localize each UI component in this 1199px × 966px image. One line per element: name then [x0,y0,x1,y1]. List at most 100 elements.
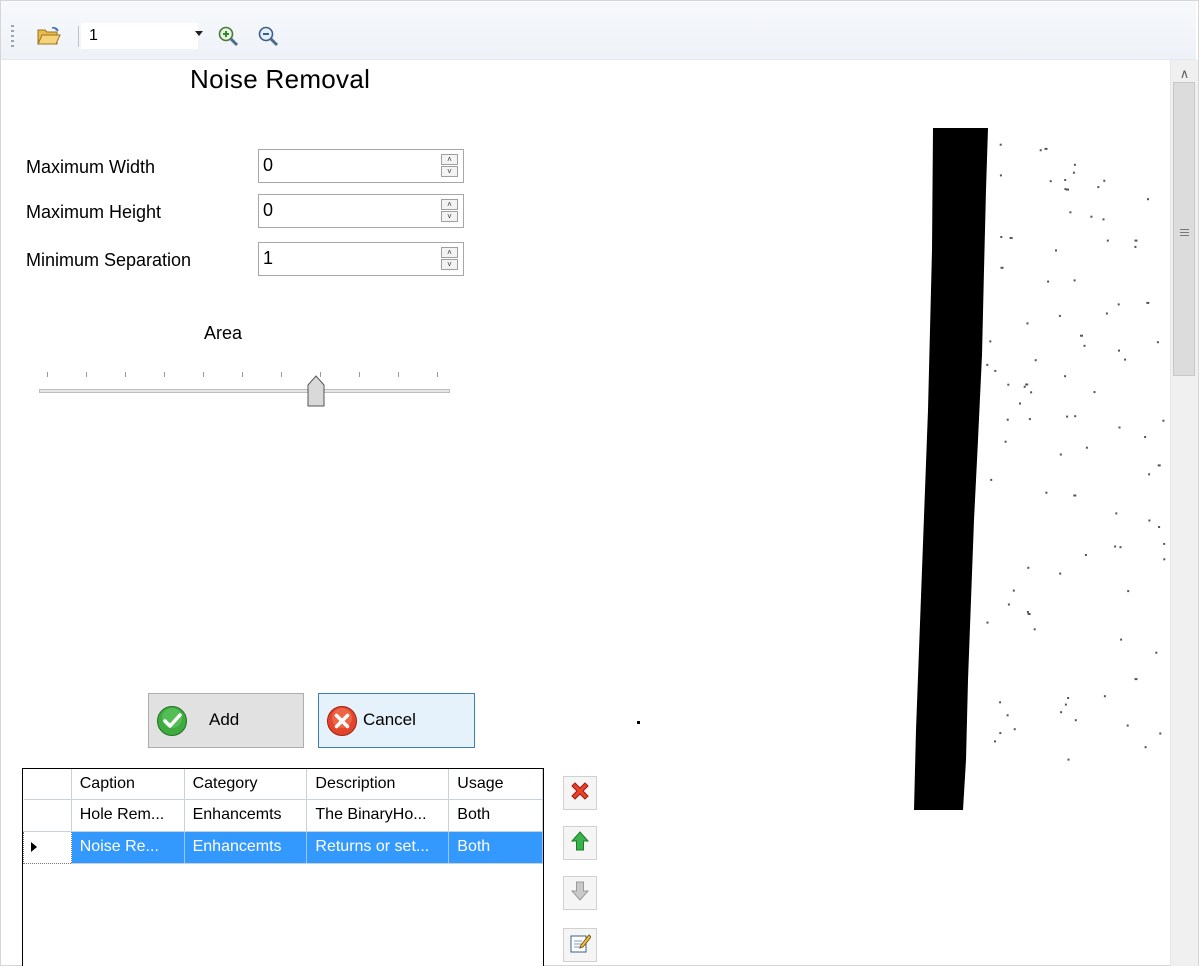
edit-icon [569,932,592,959]
spin-up-icon[interactable]: ˄ [441,154,458,165]
min-separation-stepper[interactable]: 1 ˄ ˅ [258,242,464,276]
row-header[interactable] [23,830,72,864]
noise-speck [1073,163,1076,166]
column-header-usage[interactable]: Usage [448,769,543,800]
delete-button[interactable] [563,776,597,810]
cell-category[interactable]: Enhancemts [184,831,308,864]
move-up-button[interactable] [563,826,597,860]
max-height-stepper[interactable]: 0 ˄ ˅ [258,194,464,228]
zoom-in-icon[interactable] [215,23,241,49]
noise-speck [1066,188,1070,191]
add-button-label: Add [209,710,240,729]
noise-speck [1066,415,1069,418]
noise-speck [999,174,1002,177]
noise-speck [1064,703,1067,706]
noise-image-canvas [914,128,1166,810]
noise-speck [1134,239,1138,242]
noise-speck [1055,249,1057,252]
column-header-caption[interactable]: Caption [71,769,185,800]
max-width-stepper[interactable]: 0 ˄ ˅ [258,149,464,183]
cell-description[interactable]: The BinaryHo... [306,799,450,832]
noise-speck [1059,572,1062,575]
noise-speck [1118,426,1121,429]
cell-usage[interactable]: Both [448,831,543,864]
noise-speck [1006,714,1009,717]
noise-speck [1019,402,1021,405]
chevron-down-icon[interactable] [195,31,203,36]
noise-speck [1026,611,1029,613]
noise-speck [1045,491,1048,494]
area-slider[interactable] [39,389,450,393]
cancel-button[interactable]: Cancel [318,693,475,748]
row-header[interactable] [23,799,72,832]
noise-speck [1000,266,1004,269]
noise-speck [1026,322,1029,325]
spin-down-icon[interactable]: ˅ [441,166,458,177]
grid-header-row: Caption Category Description Usage [23,769,543,800]
noise-speck [1159,732,1162,735]
current-row-icon [31,842,37,852]
noise-speck [1023,385,1026,388]
noise-speck [1115,512,1118,515]
slider-tick [359,372,360,377]
noise-speck [1060,711,1063,714]
slider-tick [281,372,282,377]
table-row-selected[interactable]: Noise Re... Enhancemts Returns or set...… [23,830,543,864]
filters-grid[interactable]: Caption Category Description Usage Hole … [22,768,544,966]
slider-thumb[interactable] [307,375,325,407]
edit-button[interactable] [563,928,597,962]
noise-speck [1067,758,1070,761]
toolbar-grip[interactable] [11,25,14,47]
noise-speck [1004,440,1007,443]
slider-tick [125,372,126,377]
noise-speck [1127,590,1130,593]
cell-description[interactable]: Returns or set... [306,831,450,864]
move-down-icon [569,880,591,907]
noise-speck [1080,334,1083,337]
noise-speck [1064,179,1067,181]
max-width-value[interactable]: 0 [263,155,273,176]
min-separation-value[interactable]: 1 [263,248,273,269]
max-height-value[interactable]: 0 [263,200,273,221]
noise-speck [1134,245,1137,248]
noise-speck [1144,746,1147,749]
noise-speck [1073,494,1077,497]
noise-speck [999,732,1002,735]
open-folder-icon[interactable] [33,23,65,49]
max-height-label: Maximum Height [26,202,162,222]
column-header-category[interactable]: Category [184,769,308,800]
table-row[interactable]: Hole Rem... Enhancemts The BinaryHo... B… [23,799,543,832]
noise-speck [1148,473,1151,476]
zoom-out-icon[interactable] [255,23,281,49]
cell-usage[interactable]: Both [448,799,543,832]
noise-speck [1093,391,1096,394]
move-down-button[interactable] [563,876,597,910]
area-label: Area [204,323,243,343]
cell-category[interactable]: Enhancemts [184,799,308,832]
noise-speck [1072,171,1075,174]
spin-up-icon[interactable]: ˄ [441,247,458,258]
column-header-description[interactable]: Description [306,769,450,800]
delete-icon [569,780,591,807]
noise-speck [1119,546,1122,549]
page-selector[interactable]: 1 [81,23,198,49]
scrollbar-thumb[interactable] [1173,82,1195,376]
slider-tick [164,372,165,377]
noise-speck [1146,301,1150,304]
spin-down-icon[interactable]: ˅ [441,211,458,222]
slider-tick [86,372,87,377]
cell-caption[interactable]: Hole Rem... [71,799,185,832]
noise-speck [1103,179,1106,182]
slider-tick [47,372,48,377]
spin-down-icon[interactable]: ˅ [441,259,458,270]
noise-speck [990,478,993,481]
cell-caption[interactable]: Noise Re... [71,831,185,864]
noise-speck [1033,628,1036,631]
cancel-icon [326,705,358,742]
noise-speck [1118,349,1120,352]
slider-tick [437,372,438,377]
noise-speck [1013,728,1016,731]
vertical-scrollbar[interactable]: ∧ [1170,60,1198,966]
spin-up-icon[interactable]: ˄ [441,199,458,210]
add-button[interactable]: Add [148,693,304,748]
